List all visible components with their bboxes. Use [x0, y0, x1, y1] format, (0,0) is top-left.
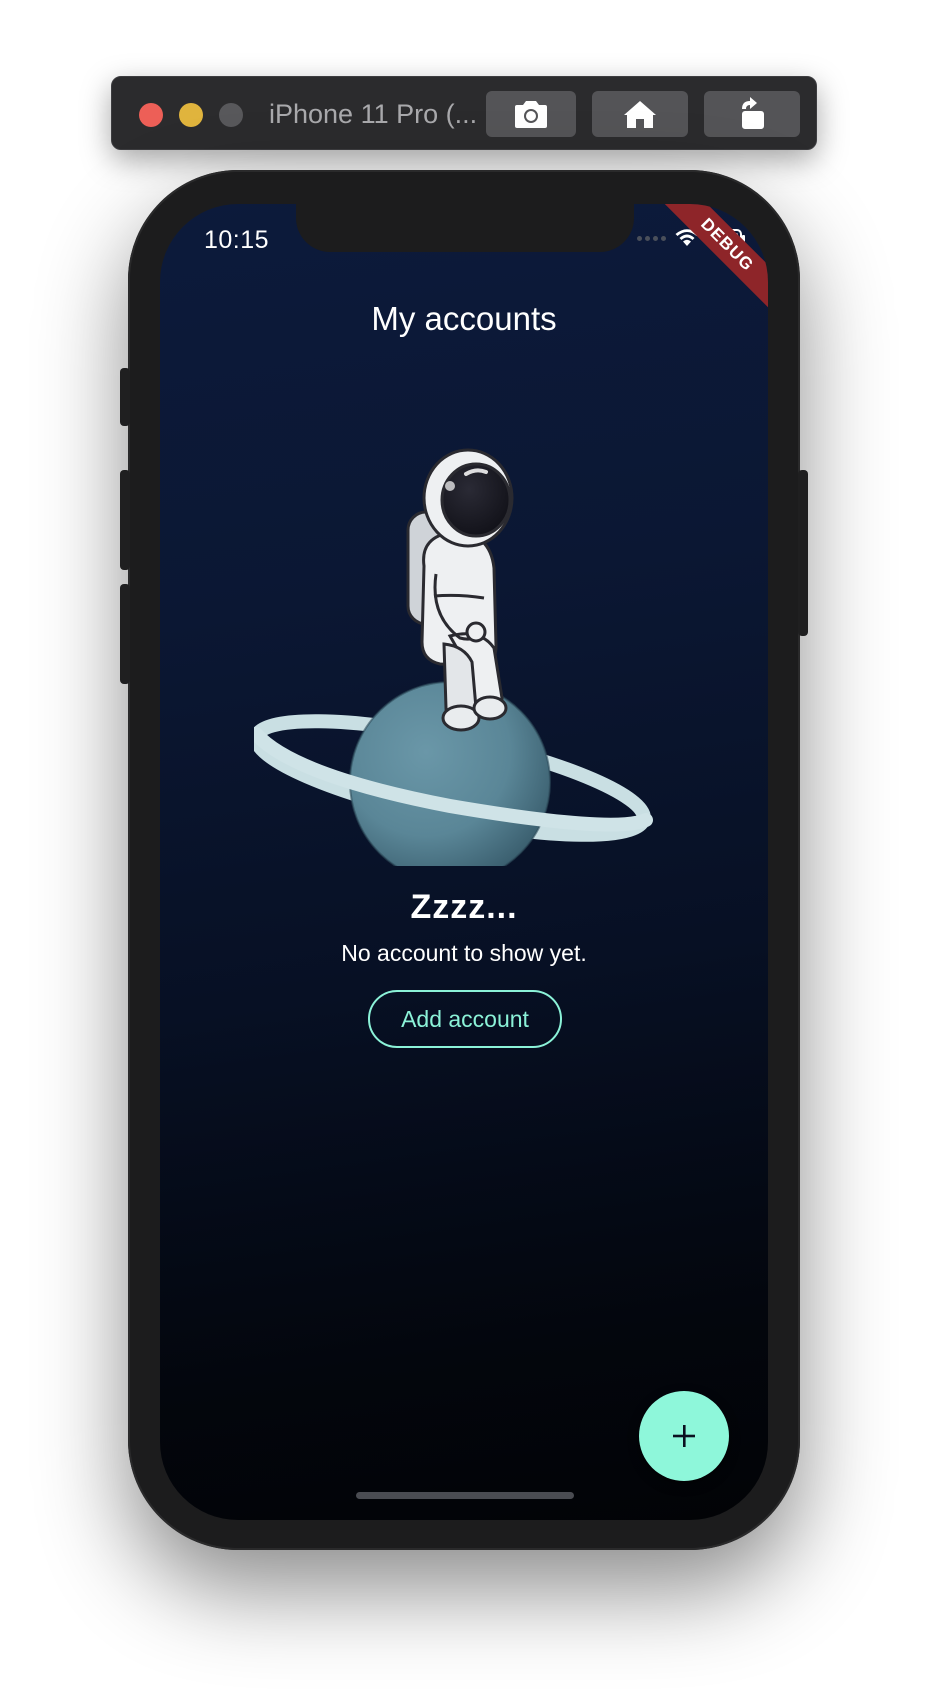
volume-down-button: [120, 584, 130, 684]
home-indicator[interactable]: [356, 1492, 574, 1499]
app-screen: 10:15 DEBUG My accounts Zzzz... No accou…: [160, 204, 768, 1520]
home-icon: [624, 101, 656, 128]
simulator-title-bar: iPhone 11 Pro (...: [111, 76, 817, 150]
power-button: [798, 470, 808, 636]
rotate-button[interactable]: [704, 91, 800, 137]
minimize-window-button[interactable]: [179, 103, 203, 127]
page-title: My accounts: [371, 300, 557, 337]
empty-state-title: Zzzz...: [410, 888, 518, 926]
volume-up-button: [120, 470, 130, 570]
plus-icon: [673, 1425, 695, 1447]
astronaut-on-planet-illustration: [254, 448, 653, 866]
close-window-button[interactable]: [139, 103, 163, 127]
screenshot-icon: [515, 101, 547, 128]
add-account-button[interactable]: Add account: [368, 990, 562, 1048]
home-button[interactable]: [592, 91, 688, 137]
rotate-icon: [742, 97, 764, 129]
mute-switch: [120, 368, 130, 426]
status-time: 10:15: [204, 226, 270, 254]
empty-state-message: No account to show yet.: [341, 940, 587, 966]
notch: [296, 204, 634, 252]
zoom-window-button[interactable]: [219, 103, 243, 127]
screenshot-button[interactable]: [486, 91, 576, 137]
add-fab-button[interactable]: [639, 1391, 729, 1481]
simulator-title: iPhone 11 Pro (...: [269, 99, 478, 129]
signal-icon: [637, 235, 666, 241]
